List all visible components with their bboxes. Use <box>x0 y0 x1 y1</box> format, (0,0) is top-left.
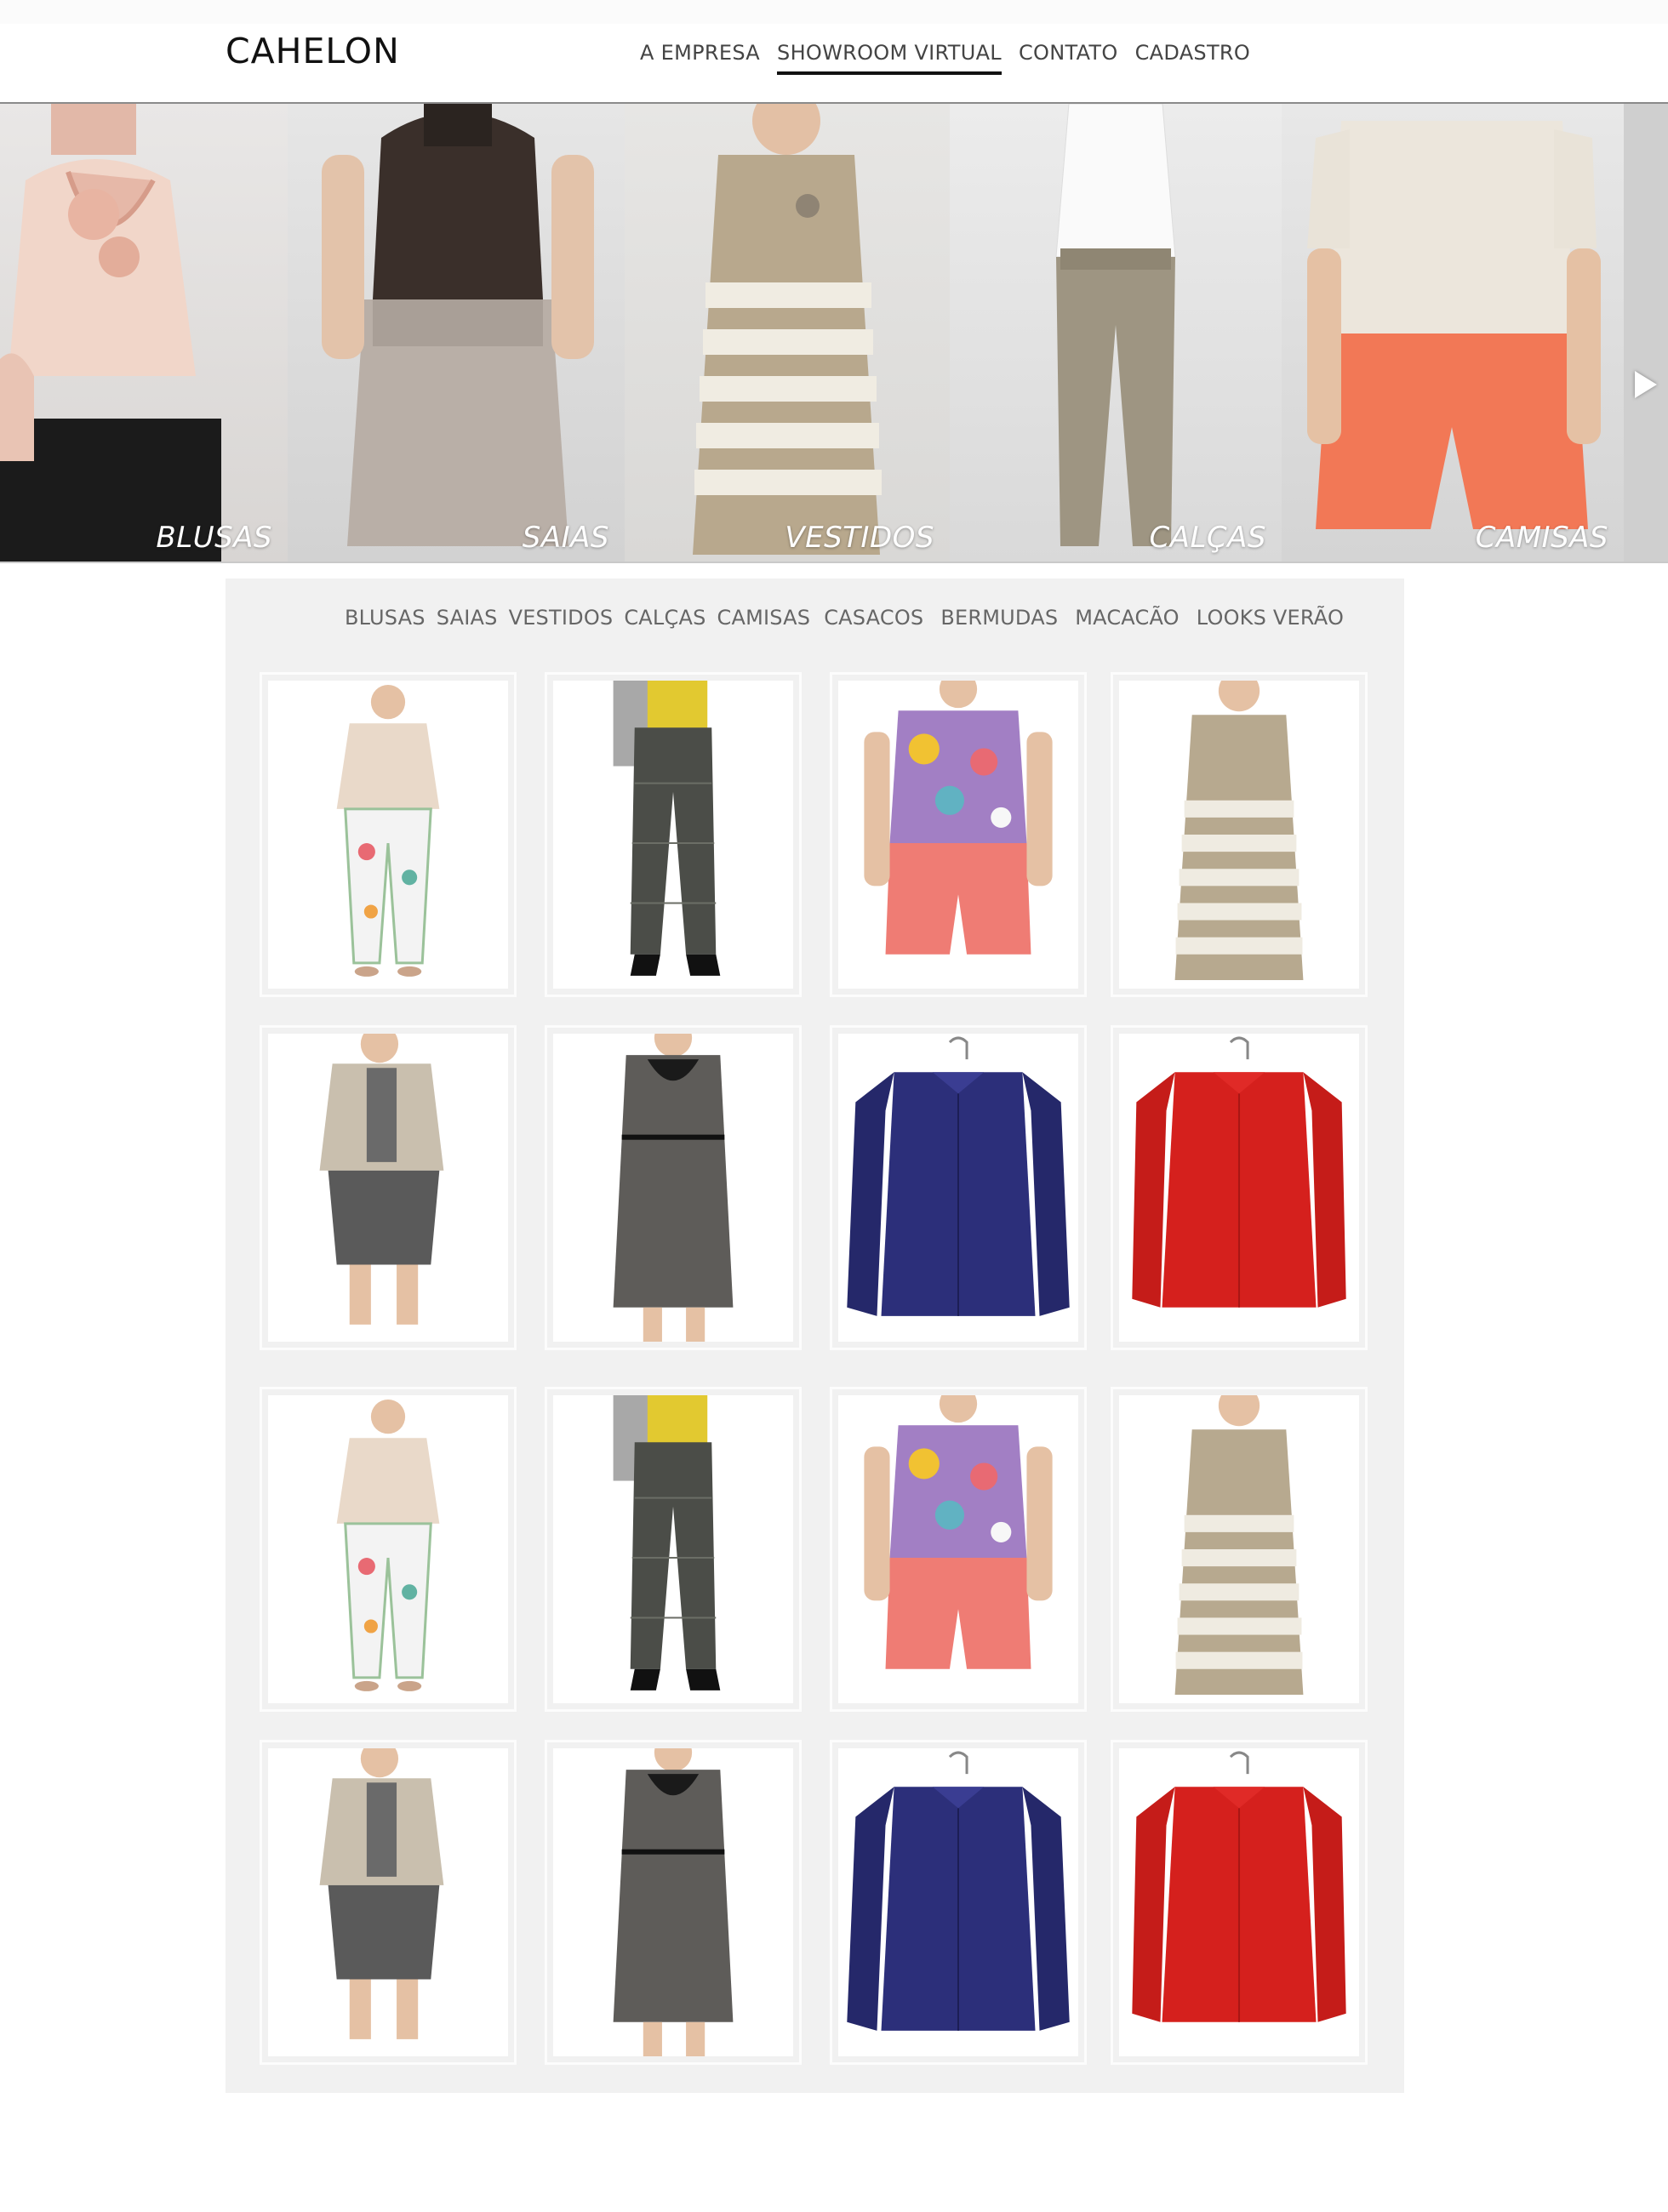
product-card[interactable] <box>545 672 802 997</box>
blouse-photo <box>0 104 221 562</box>
grey-dress-photo <box>613 1034 734 1342</box>
nav-item-a-empresa[interactable]: A EMPRESA <box>640 41 760 75</box>
pants-photo <box>1055 104 1176 546</box>
category-camisas[interactable]: CAMISAS <box>717 606 811 630</box>
hero-panel-label-blusas: BLUSAS <box>156 521 272 555</box>
print-top-coral-shorts-photo <box>864 681 1053 955</box>
blazer-skirt-photo <box>319 1748 444 2039</box>
product-card[interactable] <box>830 672 1087 997</box>
product-card[interactable] <box>545 1387 802 1712</box>
grey-dress-photo <box>613 1748 734 2056</box>
product-card[interactable] <box>1111 672 1368 997</box>
product-card[interactable] <box>830 1740 1087 2065</box>
hero-panel-saias[interactable]: SAIAS <box>288 104 625 562</box>
hero-panel-label-vestidos: VESTIDOS <box>785 521 934 555</box>
category-menu: BLUSAS SAIAS VESTIDOS CALÇAS CAMISAS CAS… <box>345 606 1355 630</box>
dress-photo <box>693 104 882 555</box>
product-card[interactable] <box>830 1387 1087 1712</box>
plaid-pants-photo <box>613 681 721 976</box>
blazer-skirt-photo <box>319 1034 444 1325</box>
category-casacos[interactable]: CASACOS <box>824 606 923 630</box>
product-card[interactable] <box>1111 1025 1368 1350</box>
product-card[interactable] <box>830 1025 1087 1350</box>
navy-satin-shirt-photo <box>847 1751 1070 2031</box>
product-card[interactable] <box>1111 1387 1368 1712</box>
red-shirt-photo <box>1132 1036 1346 1308</box>
category-bermudas[interactable]: BERMUDAS <box>940 606 1058 630</box>
category-calcas[interactable]: CALÇAS <box>624 606 705 630</box>
nav-item-cadastro[interactable]: CADASTRO <box>1135 41 1251 75</box>
hero-banner: BLUSAS SAIAS VESTIDOS CALÇAS CAMISAS <box>0 104 1668 563</box>
site-header: CAHELON A EMPRESA SHOWROOM VIRTUAL CONTA… <box>0 0 1668 104</box>
skirt-photo <box>322 104 594 546</box>
satin-blouse-floral-pants-photo <box>336 1400 440 1691</box>
hero-panel-label-calcas: CALÇAS <box>1149 521 1266 555</box>
brand-logo[interactable]: CAHELON <box>226 31 400 71</box>
hero-panel-label-saias: SAIAS <box>522 521 609 555</box>
hero-panel-label-camisas: CAMISAS <box>1475 521 1608 555</box>
striped-dress-photo <box>1174 681 1304 980</box>
hero-panel-blusas[interactable]: BLUSAS <box>0 104 288 562</box>
nav-item-showroom-virtual[interactable]: SHOWROOM VIRTUAL <box>777 41 1002 75</box>
main-nav: A EMPRESA SHOWROOM VIRTUAL CONTATO CADAS… <box>640 41 1267 75</box>
print-top-coral-shorts-photo <box>864 1395 1053 1669</box>
satin-blouse-floral-pants-photo <box>336 685 440 977</box>
product-card[interactable] <box>260 1387 517 1712</box>
catalog-section: BLUSAS SAIAS VESTIDOS CALÇAS CAMISAS CAS… <box>226 579 1404 2093</box>
product-card[interactable] <box>545 1740 802 2065</box>
product-card[interactable] <box>260 1025 517 1350</box>
play-arrow-icon[interactable] <box>1624 359 1668 410</box>
category-saias[interactable]: SAIAS <box>437 606 498 630</box>
hero-panel-vestidos[interactable]: VESTIDOS <box>625 104 950 562</box>
category-looks-verao[interactable]: LOOKS VERÃO <box>1197 606 1344 630</box>
hero-panel-partial <box>1624 104 1668 562</box>
category-macacao[interactable]: MACACÃO <box>1075 606 1180 630</box>
hero-panel-calcas[interactable]: CALÇAS <box>950 104 1282 562</box>
striped-dress-photo <box>1174 1395 1304 1695</box>
category-vestidos[interactable]: VESTIDOS <box>509 606 614 630</box>
red-shirt-photo <box>1132 1751 1346 2022</box>
navy-satin-shirt-photo <box>847 1036 1070 1316</box>
nav-item-contato[interactable]: CONTATO <box>1019 41 1118 75</box>
hero-panel-camisas[interactable]: CAMISAS <box>1282 104 1624 562</box>
product-card[interactable] <box>1111 1740 1368 2065</box>
product-card[interactable] <box>260 672 517 997</box>
shirt-photo <box>1307 121 1601 529</box>
category-blusas[interactable]: BLUSAS <box>345 606 426 630</box>
plaid-pants-photo <box>613 1395 721 1690</box>
product-card[interactable] <box>260 1740 517 2065</box>
product-card[interactable] <box>545 1025 802 1350</box>
